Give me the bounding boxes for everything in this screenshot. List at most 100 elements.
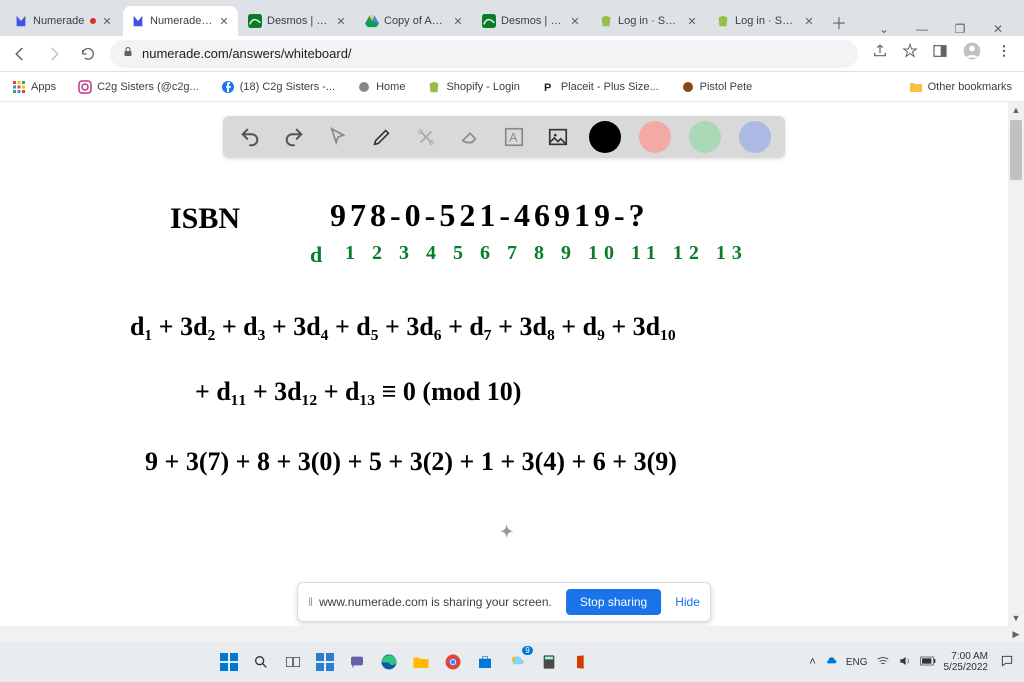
bookmark-apps[interactable]: Apps — [8, 77, 60, 97]
bookmark-label: Placeit - Plus Size... — [561, 81, 659, 93]
office-button[interactable] — [567, 648, 595, 676]
vertical-scrollbar[interactable]: ▲ ▼ — [1008, 102, 1024, 626]
window-controls: ⌄ ― ❐ ✕ — [864, 22, 1018, 36]
window-maximize-icon[interactable]: ❐ — [950, 22, 970, 36]
tab-close-icon[interactable]: ✕ — [101, 15, 113, 27]
address-bar: numerade.com/answers/whiteboard/ — [0, 36, 1024, 72]
tray-language[interactable]: ENG — [846, 657, 868, 668]
share-icon[interactable] — [872, 43, 888, 64]
back-button[interactable] — [8, 42, 32, 66]
weather-button[interactable] — [503, 648, 531, 676]
tab-close-icon[interactable]: ✕ — [569, 15, 581, 27]
tray-battery-icon[interactable] — [920, 656, 936, 669]
window-minimize-icon[interactable]: ― — [912, 22, 932, 36]
cursor-marker: ✦ — [500, 522, 513, 542]
bookmark-pistol-pete[interactable]: Pistol Pete — [677, 77, 757, 97]
scroll-right-icon[interactable]: ▶ — [1008, 629, 1024, 640]
window-close-icon[interactable]: ✕ — [988, 22, 1008, 36]
hide-share-bar[interactable]: Hide — [675, 595, 700, 609]
apps-icon — [12, 80, 26, 94]
reload-button[interactable] — [76, 42, 100, 66]
tab-close-icon[interactable]: ✕ — [452, 15, 464, 27]
pen-tool[interactable] — [369, 124, 395, 150]
profile-avatar[interactable] — [962, 41, 982, 66]
horizontal-scrollbar[interactable]: ▶ — [0, 626, 1024, 642]
tools-button[interactable] — [413, 124, 439, 150]
bookmark-shopify[interactable]: Shopify - Login — [423, 77, 523, 97]
bookmark-placeit[interactable]: P Placeit - Plus Size... — [538, 77, 663, 97]
tab-shopify-login-2[interactable]: Log in · Shopify ✕ — [708, 6, 823, 36]
tab-close-icon[interactable]: ✕ — [686, 15, 698, 27]
handwriting-isbn-number: 978-0-521-46919-? — [330, 197, 649, 234]
calculator-button[interactable] — [535, 648, 563, 676]
scroll-down-icon[interactable]: ▼ — [1008, 610, 1024, 626]
color-black[interactable] — [589, 121, 621, 153]
pointer-tool[interactable] — [325, 124, 351, 150]
tab-desmos-graph[interactable]: Desmos | Graph ✕ — [240, 6, 355, 36]
tab-close-icon[interactable]: ✕ — [335, 15, 347, 27]
other-bookmarks[interactable]: Other bookmarks — [905, 77, 1016, 97]
eraser-tool[interactable] — [457, 124, 483, 150]
bookmark-home[interactable]: Home — [353, 77, 409, 97]
store-button[interactable] — [471, 648, 499, 676]
search-button[interactable] — [247, 648, 275, 676]
tab-title: Numerade Whiteboard — [150, 15, 213, 27]
undo-button[interactable] — [237, 124, 263, 150]
taskbar-clock[interactable]: 7:00 AM 5/25/2022 — [944, 651, 989, 673]
forward-button[interactable] — [42, 42, 66, 66]
color-blue[interactable] — [739, 121, 771, 153]
task-view-button[interactable] — [279, 648, 307, 676]
scroll-up-icon[interactable]: ▲ — [1008, 102, 1024, 118]
chat-button[interactable] — [343, 648, 371, 676]
omnibox[interactable]: numerade.com/answers/whiteboard/ — [110, 40, 858, 68]
menu-icon[interactable] — [996, 43, 1012, 64]
tab-copy-of-ann[interactable]: Copy of Ann X ✕ — [357, 6, 472, 36]
handwriting-d-indices: 1 2 3 4 5 6 7 8 9 10 11 12 13 — [345, 242, 748, 265]
whiteboard-toolbar: A — [223, 116, 785, 158]
system-tray: ˄ ENG 7:00 AM 5/25/2022 — [809, 651, 1018, 673]
redo-button[interactable] — [281, 124, 307, 150]
tab-modified-dot — [90, 18, 96, 24]
bookmarks-bar: Apps C2g Sisters (@c2g... (18) C2g Siste… — [0, 72, 1024, 102]
notifications-button[interactable] — [996, 654, 1018, 671]
new-tab-button[interactable]: ＋ — [825, 8, 853, 36]
folder-icon — [909, 80, 923, 94]
tab-desmos-math[interactable]: Desmos | Math ✕ — [474, 6, 589, 36]
bookmark-label: Other bookmarks — [928, 81, 1012, 93]
star-icon[interactable] — [902, 43, 918, 64]
instagram-icon — [78, 80, 92, 94]
stop-sharing-button[interactable]: Stop sharing — [566, 589, 661, 615]
scrollbar-thumb[interactable] — [1010, 120, 1022, 180]
bookmark-instagram[interactable]: C2g Sisters (@c2g... — [74, 77, 203, 97]
clock-time: 7:00 AM — [944, 651, 989, 662]
tray-wifi-icon[interactable] — [876, 654, 890, 671]
window-dropdown-icon[interactable]: ⌄ — [874, 22, 894, 36]
whiteboard-canvas[interactable]: A ISBN 978-0-521-46919-? d 1 2 3 4 5 6 7… — [0, 102, 1008, 626]
tray-onedrive-icon[interactable] — [824, 654, 838, 671]
image-tool[interactable] — [545, 124, 571, 150]
chrome-button[interactable] — [439, 648, 467, 676]
side-panel-icon[interactable] — [932, 43, 948, 64]
color-red[interactable] — [639, 121, 671, 153]
start-button[interactable] — [215, 648, 243, 676]
favicon-desmos — [482, 14, 496, 28]
placeit-icon: P — [542, 80, 556, 94]
explorer-button[interactable] — [407, 648, 435, 676]
bookmark-label: (18) C2g Sisters -... — [240, 81, 335, 93]
color-green[interactable] — [689, 121, 721, 153]
tab-shopify-login-1[interactable]: Log in · Shopify ✕ — [591, 6, 706, 36]
generic-icon — [681, 80, 695, 94]
tab-close-icon[interactable]: ✕ — [803, 15, 815, 27]
handwriting-formula-line1: d₁ + 3d₂ + d₃ + 3d₄ + d₅ + 3d₆ + d₇ + 3d… — [130, 312, 676, 342]
widgets-button[interactable] — [311, 648, 339, 676]
tab-numerade[interactable]: Numerade ✕ — [6, 6, 121, 36]
lock-icon — [122, 46, 134, 61]
tray-chevron-icon[interactable]: ˄ — [809, 656, 815, 668]
favicon-numerade — [131, 14, 145, 28]
edge-button[interactable] — [375, 648, 403, 676]
tab-numerade-whiteboard[interactable]: Numerade Whiteboard ✕ — [123, 6, 238, 36]
tab-close-icon[interactable]: ✕ — [218, 15, 230, 27]
bookmark-facebook[interactable]: (18) C2g Sisters -... — [217, 77, 339, 97]
text-tool[interactable]: A — [501, 124, 527, 150]
tray-volume-icon[interactable] — [898, 654, 912, 671]
